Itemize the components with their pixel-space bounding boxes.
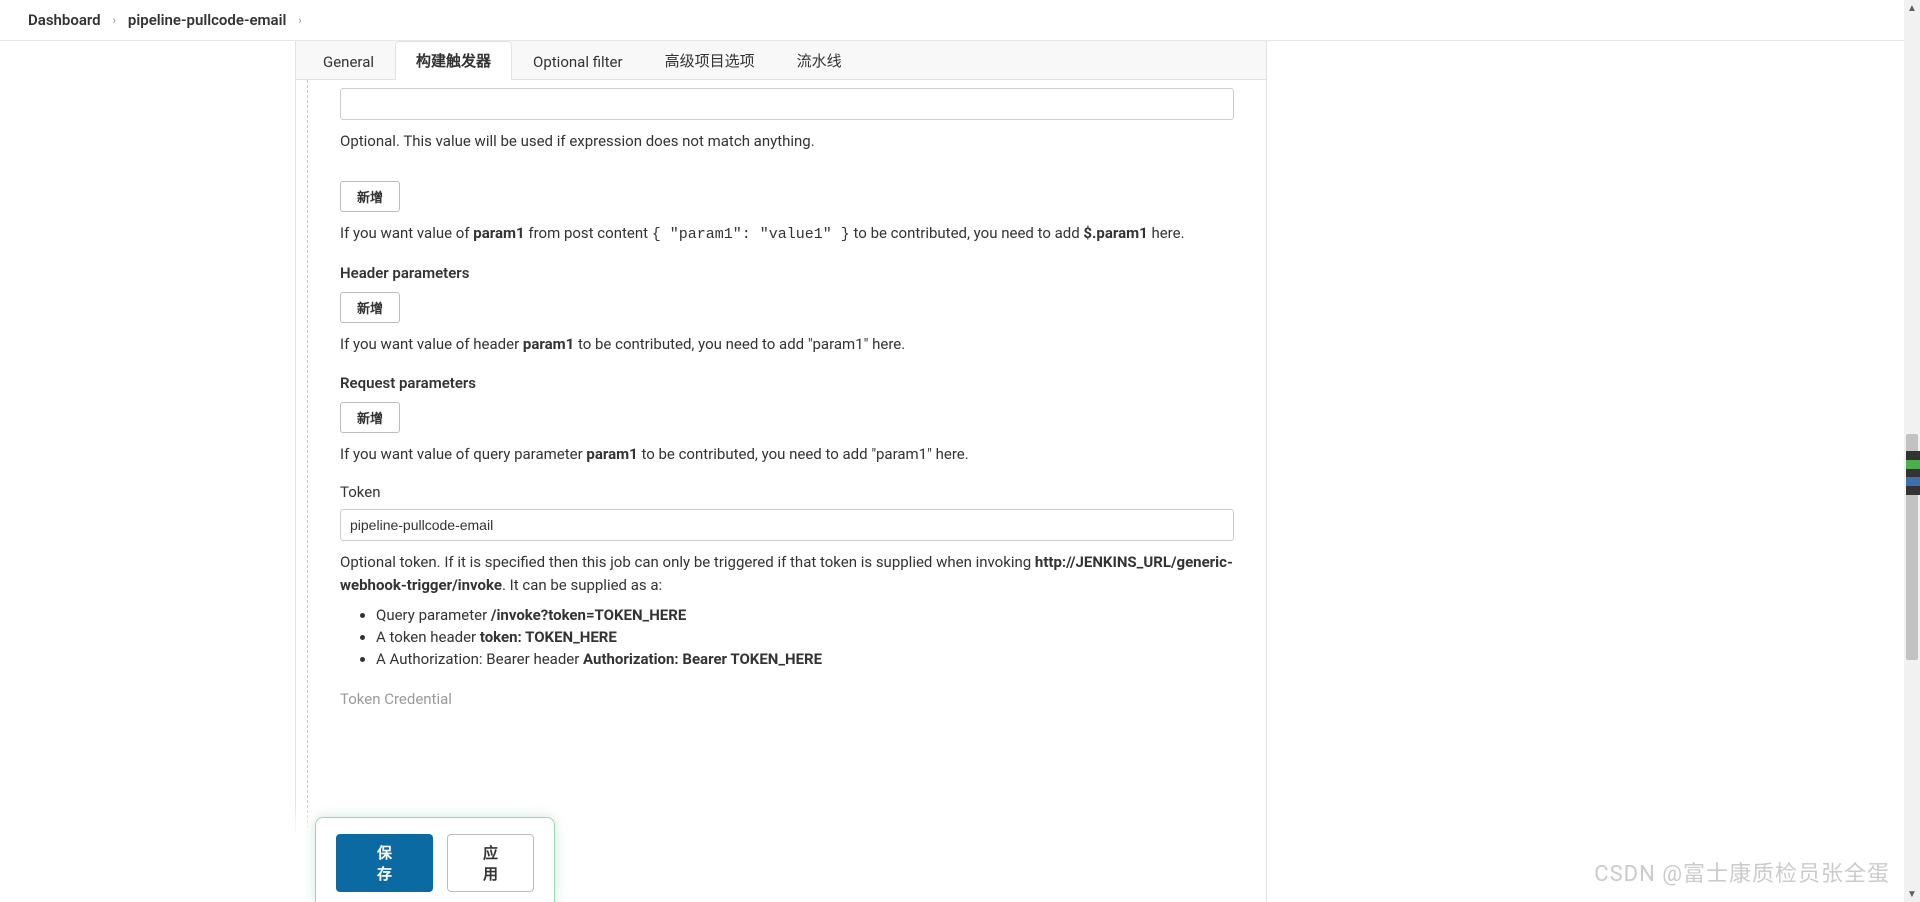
token-input[interactable] bbox=[340, 509, 1234, 541]
tab-optional-filter[interactable]: Optional filter bbox=[512, 44, 644, 80]
list-item: A token header token: TOKEN_HERE bbox=[376, 628, 1234, 646]
add-request-param-button[interactable]: 新增 bbox=[340, 402, 400, 433]
chevron-right-icon: › bbox=[298, 14, 301, 27]
config-panel: General 构建触发器 Optional filter 高级项目选项 流水线… bbox=[295, 41, 1267, 902]
watermark-text: CSDN @富士康质检员张全蛋 bbox=[1594, 856, 1890, 888]
token-supply-list: Query parameter /invoke?token=TOKEN_HERE… bbox=[340, 606, 1234, 668]
breadcrumb-item-job[interactable]: pipeline-pullcode-email bbox=[128, 11, 286, 29]
edge-indicator-icon bbox=[1906, 451, 1920, 495]
tab-general[interactable]: General bbox=[302, 44, 395, 80]
breadcrumb-item-dashboard[interactable]: Dashboard bbox=[28, 11, 101, 29]
list-item: Query parameter /invoke?token=TOKEN_HERE bbox=[376, 606, 1234, 624]
footer-actions: 保存 应用 bbox=[295, 803, 555, 902]
header-parameters-help: If you want value of header param1 to be… bbox=[340, 333, 1234, 356]
token-label: Token bbox=[340, 483, 1234, 501]
add-post-param-button[interactable]: 新增 bbox=[340, 181, 400, 212]
list-item: A Authorization: Bearer header Authoriza… bbox=[376, 650, 1234, 668]
scroll-up-icon[interactable]: ▲ bbox=[1904, 0, 1920, 16]
breadcrumb: Dashboard › pipeline-pullcode-email › bbox=[0, 0, 1920, 41]
tab-advanced-options[interactable]: 高级项目选项 bbox=[644, 41, 776, 80]
apply-button[interactable]: 应用 bbox=[447, 834, 534, 892]
config-tabs: General 构建触发器 Optional filter 高级项目选项 流水线 bbox=[296, 41, 1266, 80]
optional-expression-input[interactable] bbox=[340, 88, 1234, 120]
tab-build-triggers[interactable]: 构建触发器 bbox=[395, 41, 512, 80]
token-help: Optional token. If it is specified then … bbox=[340, 551, 1234, 596]
token-credential-label: Token Credential bbox=[340, 690, 1234, 708]
add-header-param-button[interactable]: 新增 bbox=[340, 292, 400, 323]
header-parameters-label: Header parameters bbox=[340, 264, 1234, 282]
request-parameters-help: If you want value of query parameter par… bbox=[340, 443, 1234, 466]
chevron-right-icon: › bbox=[113, 14, 116, 27]
post-content-help: If you want value of param1 from post co… bbox=[340, 222, 1234, 247]
save-button[interactable]: 保存 bbox=[336, 834, 433, 892]
tab-pipeline[interactable]: 流水线 bbox=[776, 41, 863, 80]
config-content: Optional. This value will be used if exp… bbox=[296, 80, 1266, 902]
section-gutter-line bbox=[307, 80, 308, 902]
request-parameters-label: Request parameters bbox=[340, 374, 1234, 392]
scroll-down-icon[interactable]: ▼ bbox=[1904, 886, 1920, 902]
optional-expression-help: Optional. This value will be used if exp… bbox=[340, 130, 1234, 153]
